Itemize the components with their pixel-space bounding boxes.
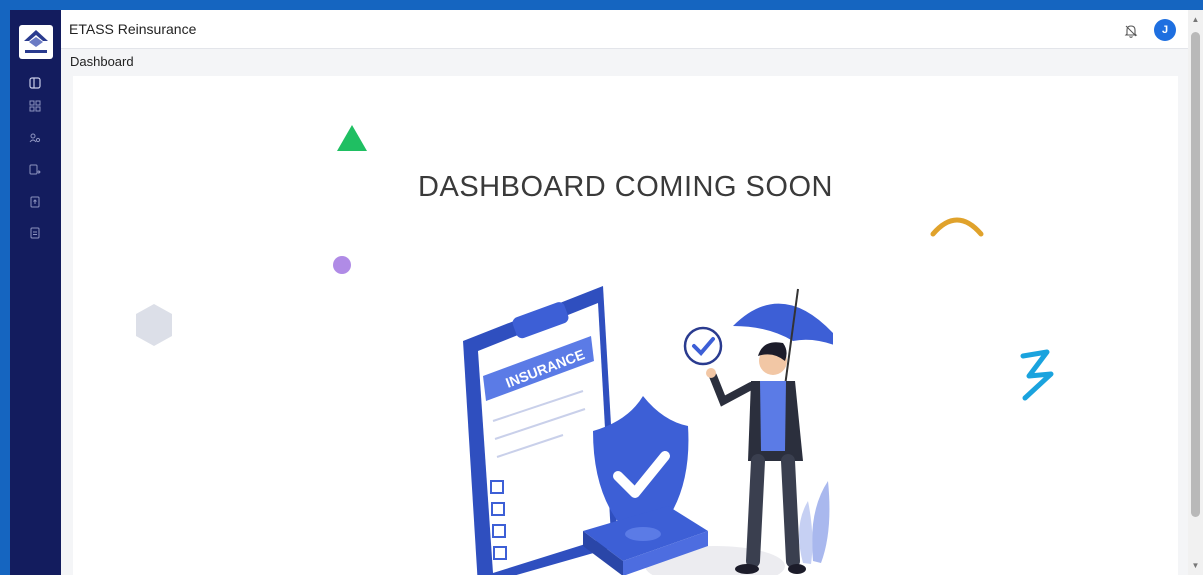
page-headline: DASHBOARD COMING SOON [418,171,833,203]
scrollbar-thumb[interactable] [1191,32,1200,517]
sidebar-toggle-icon[interactable] [28,76,42,90]
sidebar [10,10,61,575]
breadcrumb: Dashboard [70,54,134,69]
scroll-down-arrow-icon[interactable]: ▼ [1188,558,1203,572]
app-title: ETASS Reinsurance [69,21,197,37]
vertical-scrollbar[interactable]: ▲ ▼ [1188,10,1203,575]
dashboard-grid-icon[interactable] [28,99,42,113]
scroll-up-arrow-icon[interactable]: ▲ [1188,12,1203,26]
blue-zigzag-decoration [1020,349,1054,401]
notification-bell-icon[interactable] [1123,23,1139,39]
users-icon[interactable] [28,131,42,145]
grey-hexagon-decoration [136,304,172,346]
company-logo[interactable] [19,25,53,59]
document-icon[interactable] [28,226,42,240]
green-triangle-decoration [337,125,367,151]
top-bar: ETASS Reinsurance J [61,10,1188,49]
orange-arc-decoration [930,217,984,237]
purple-dot-decoration [333,256,351,274]
upload-file-icon[interactable] [28,195,42,209]
transfer-icon[interactable] [28,163,42,177]
main-content: DASHBOARD COMING SOON INSURANCE [73,76,1178,575]
app-window: ETASS Reinsurance J Dashboard DASHBOARD … [10,10,1203,575]
user-avatar[interactable]: J [1154,19,1176,41]
insurance-illustration: INSURANCE [463,286,833,575]
